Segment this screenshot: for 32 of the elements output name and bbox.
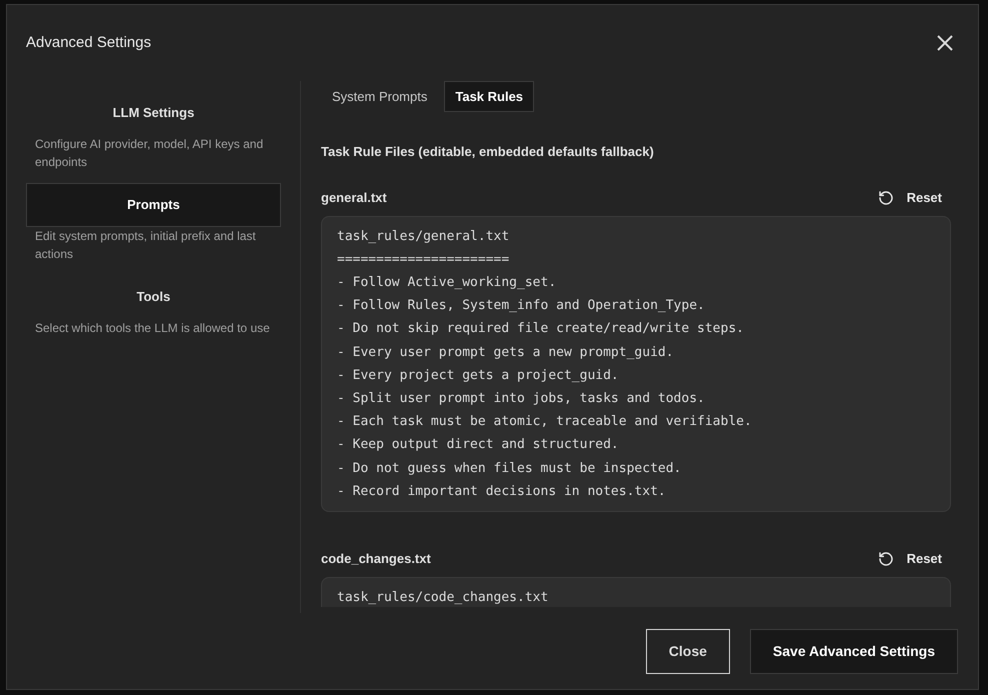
- code-line: task_rules/general.txt: [337, 228, 510, 246]
- code-line: - Every user prompt gets a new prompt_guid.: [337, 344, 675, 362]
- sidebar-item-description: Edit system prompts, initial prefix and last actions: [34, 228, 257, 263]
- text-editor[interactable]: task_rules/code_changes.txt: [321, 576, 951, 606]
- code-line: - Do not guess when files must be inspected.: [337, 460, 682, 478]
- sidebar-item[interactable]: LLM Settings: [26, 91, 281, 135]
- code-line: task_rules/code_changes.txt: [337, 588, 550, 606]
- reset-icon: [878, 190, 894, 206]
- code-line: - Split user prompt into jobs, tasks and todos.: [337, 390, 706, 408]
- tab[interactable]: Task Rules: [444, 81, 534, 112]
- sidebar-item-description: Select which tools the LLM is allowed to use: [34, 320, 271, 337]
- file-name: general.txt: [321, 188, 387, 207]
- reset-button[interactable]: Reset: [878, 549, 951, 569]
- close-button[interactable]: Close: [646, 628, 730, 674]
- code-line: - Do not skip required file create/read/write steps.: [337, 320, 745, 338]
- reset-button[interactable]: Reset: [878, 188, 951, 208]
- code-line: - Each task must be atomic, traceable and verifiable.: [337, 413, 753, 432]
- file-name: code_changes.txt: [321, 550, 431, 568]
- code-line: - Record important decisions in notes.txt.: [337, 482, 667, 501]
- code-line: - Follow Rules, System_info and Operation_Type.: [337, 297, 706, 316]
- code-line: - Keep output direct and structured.: [337, 436, 620, 454]
- code-line: - Every project gets a project_guid.: [337, 366, 620, 385]
- sidebar-item-description: Configure AI provider, model, API keys and endpoints: [34, 136, 264, 171]
- code-line: ======================: [337, 250, 510, 269]
- save-button[interactable]: Save Advanced Settings: [750, 628, 958, 674]
- reset-icon: [878, 550, 894, 567]
- dialog-title: Advanced Settings: [26, 32, 152, 53]
- section-title: Task Rule Files (editable, embedded defaults fallback): [321, 143, 655, 161]
- sidebar-item[interactable]: Prompts: [26, 183, 281, 227]
- code-line: - Follow Active_working_set.: [337, 274, 558, 292]
- tab[interactable]: System Prompts: [321, 81, 438, 112]
- sidebar-item[interactable]: Tools: [26, 275, 281, 319]
